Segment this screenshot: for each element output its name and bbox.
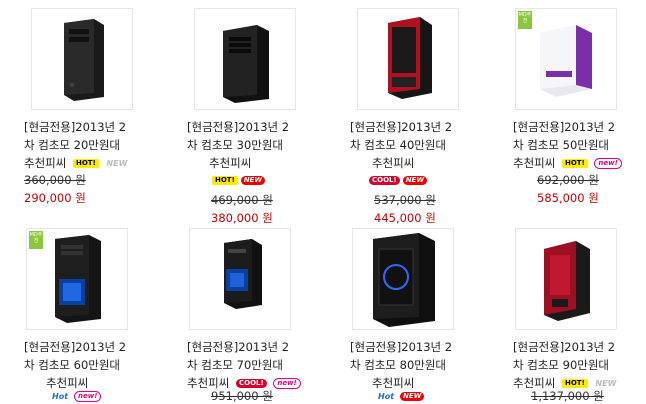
new-badge: NEW xyxy=(106,159,128,168)
product-title[interactable]: [현금전용]2013년 2 차 컴초모 60만원대 추천피씨 xyxy=(24,338,154,392)
badge-row: Hot NEW xyxy=(350,390,502,402)
new-badge: NEW xyxy=(240,175,266,185)
md-pick-tag: MD추천 xyxy=(29,231,43,249)
title-line: [현금전용]2013년 2 xyxy=(350,340,453,354)
title-line: 추천피씨 xyxy=(209,156,252,170)
product-card[interactable]: [현금전용]2013년 2 차 컴초모 80만원대 추천피씨 Hot NEW xyxy=(350,228,480,403)
product-thumbnail[interactable] xyxy=(189,228,291,330)
title-line: [현금전용]2013년 2 xyxy=(24,120,127,134)
sale-price: 445,000 원 xyxy=(374,211,436,225)
badge-row: COOL! NEW xyxy=(350,174,496,186)
product-title[interactable]: [현금전용]2013년 2 차 컴초모 70만원대 추천피씨 COOL! new… xyxy=(187,338,317,392)
original-price: 1,137,000 원 xyxy=(531,389,604,403)
hot-badge: HOT! xyxy=(561,159,588,168)
product-card[interactable]: [현금전용]2013년 2 차 컴초모 20만원대 추천피씨 HOT! NEW … xyxy=(24,8,154,205)
md-pick-tag: MD추천 xyxy=(518,11,532,29)
title-line: [현금전용]2013년 2 xyxy=(24,340,127,354)
product-thumbnail[interactable] xyxy=(352,228,454,330)
original-price: 537,000 원 xyxy=(374,193,436,207)
title-line: 차 컴초모 60만원대 xyxy=(24,358,121,372)
product-thumbnail[interactable] xyxy=(515,228,617,330)
new-badge: new! xyxy=(594,158,622,169)
title-text: 추천피씨 xyxy=(24,156,67,170)
title-text: 추천피씨 xyxy=(513,156,556,170)
new-badge: NEW xyxy=(402,175,428,185)
product-card[interactable]: [현금전용]2013년 2 차 컴초모 40만원대 추천피씨 COOL! NEW… xyxy=(350,8,480,225)
product-grid: [현금전용]2013년 2 차 컴초모 20만원대 추천피씨 HOT! NEW … xyxy=(0,0,646,403)
product-thumbnail[interactable] xyxy=(194,8,296,110)
cool-badge: COOL! xyxy=(369,175,400,185)
hot-badge: HOT! xyxy=(212,175,238,185)
title-line: 추천피씨 HOT! new! xyxy=(513,154,643,172)
hot-badge: Hot xyxy=(52,391,69,401)
hot-badge: Hot xyxy=(378,391,395,401)
title-line: [현금전용]2013년 2 xyxy=(187,120,290,134)
original-price: 469,000 원 xyxy=(211,193,273,207)
title-line: 추천피씨 HOT! NEW xyxy=(24,154,154,172)
new-badge: new! xyxy=(273,378,301,389)
product-card[interactable]: [현금전용]2013년 2 차 컴초모 30만원대 추천피씨 HOT! NEW … xyxy=(187,8,317,225)
original-price: 360,000 원 xyxy=(24,173,86,187)
new-badge: NEW xyxy=(595,379,617,388)
hot-badge: HOT! xyxy=(72,159,99,168)
badge-row: Hot new! xyxy=(24,390,176,402)
title-line: [현금전용]2013년 2 xyxy=(513,340,616,354)
product-thumbnail[interactable] xyxy=(31,8,133,110)
title-line: 차 컴초모 90만원대 xyxy=(513,358,610,372)
title-line: [현금전용]2013년 2 xyxy=(513,120,616,134)
title-line: 차 컴초모 20만원대 xyxy=(24,138,121,152)
product-title[interactable]: [현금전용]2013년 2 차 컴초모 90만원대 추천피씨 HOT! NEW xyxy=(513,338,643,392)
title-line: 차 컴초모 80만원대 xyxy=(350,358,447,372)
sale-price: 585,000 원 xyxy=(537,191,599,205)
cool-badge: COOL! xyxy=(235,379,267,388)
product-title[interactable]: [현금전용]2013년 2 차 컴초모 20만원대 추천피씨 HOT! NEW xyxy=(24,118,154,172)
product-title[interactable]: [현금전용]2013년 2 차 컴초모 40만원대 추천피씨 xyxy=(350,118,480,172)
product-title[interactable]: [현금전용]2013년 2 차 컴초모 80만원대 추천피씨 xyxy=(350,338,480,392)
product-title[interactable]: [현금전용]2013년 2 차 컴초모 30만원대 추천피씨 xyxy=(187,118,317,172)
sale-price: 380,000 원 xyxy=(211,211,273,225)
hot-badge: HOT! xyxy=(561,379,588,388)
new-badge: new! xyxy=(74,390,102,402)
new-badge: NEW xyxy=(400,391,425,401)
product-thumbnail[interactable]: MD추천 xyxy=(515,8,617,110)
original-price: 692,000 원 xyxy=(537,173,599,187)
product-card[interactable]: [현금전용]2013년 2 차 컴초모 90만원대 추천피씨 HOT! NEW … xyxy=(513,228,643,403)
title-line: 추천피씨 xyxy=(372,156,415,170)
title-line: [현금전용]2013년 2 xyxy=(350,120,453,134)
product-card[interactable]: MD추천 [현금전용]2013년 2 차 컴초모 50만원대 추천피씨 HOT!… xyxy=(513,8,643,208)
sale-price: 290,000 원 xyxy=(24,191,86,205)
badge-row: HOT! NEW xyxy=(187,174,339,186)
title-line: [현금전용]2013년 2 xyxy=(187,340,290,354)
product-card[interactable]: MD추천 [현금전용]2013년 2 차 컴초모 60만원대 추천피씨 Hot … xyxy=(24,228,154,403)
title-line: 차 컴초모 30만원대 xyxy=(187,138,284,152)
original-price: 951,000 원 xyxy=(211,389,273,403)
product-title[interactable]: [현금전용]2013년 2 차 컴초모 50만원대 추천피씨 HOT! new! xyxy=(513,118,643,172)
product-card[interactable]: [현금전용]2013년 2 차 컴초모 70만원대 추천피씨 COOL! new… xyxy=(187,228,317,403)
product-thumbnail[interactable] xyxy=(357,8,459,110)
product-thumbnail[interactable]: MD추천 xyxy=(26,228,128,330)
title-line: 차 컴초모 40만원대 xyxy=(350,138,447,152)
title-line: 차 컴초모 70만원대 xyxy=(187,358,284,372)
title-line: 차 컴초모 50만원대 xyxy=(513,138,610,152)
